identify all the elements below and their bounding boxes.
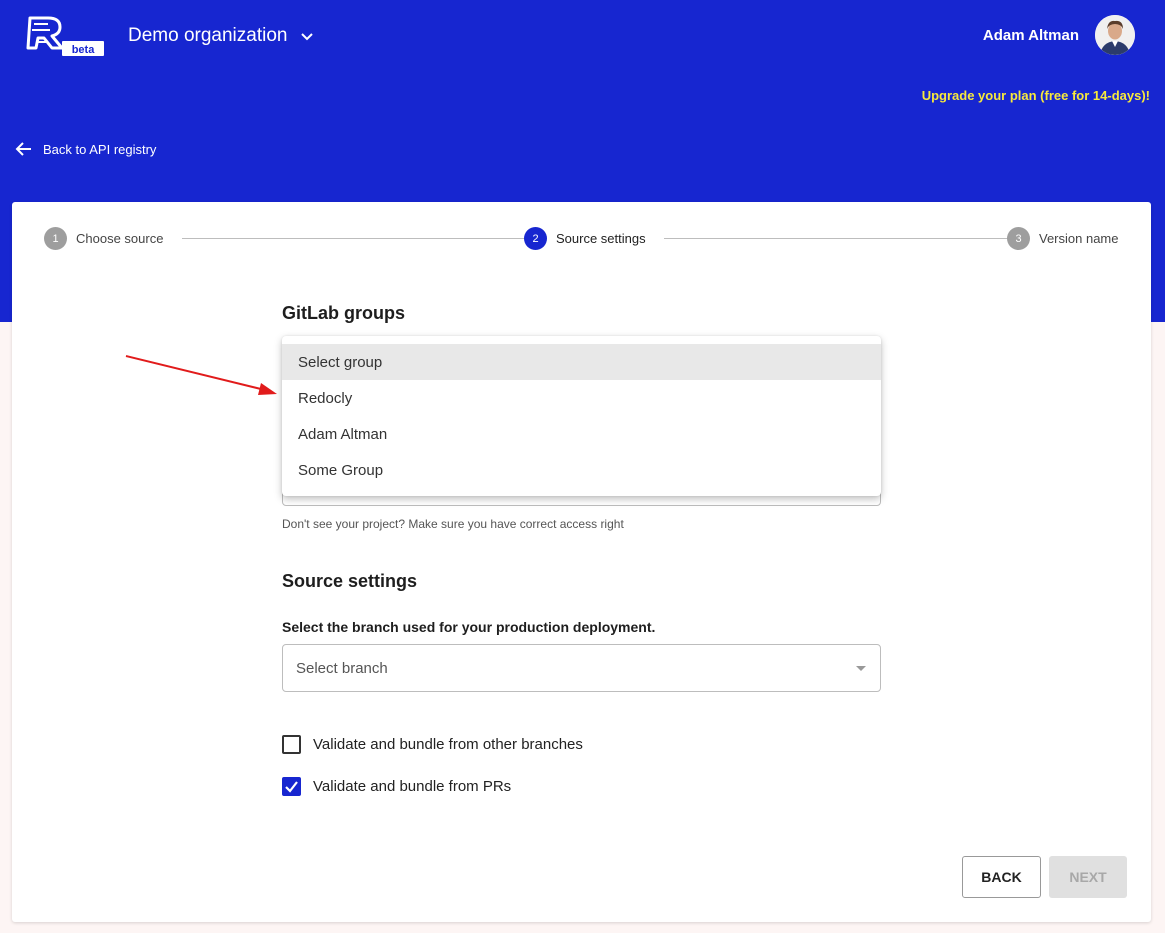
upgrade-link[interactable]: Upgrade your plan (free for 14-days)! — [922, 88, 1150, 103]
checkbox-box[interactable] — [282, 735, 301, 754]
branch-select[interactable]: Select branch — [282, 644, 881, 692]
step-label: Choose source — [76, 231, 164, 246]
checkbox-other-branches[interactable]: Validate and bundle from other branches — [282, 735, 583, 754]
step-version-name: 3 Version name — [1007, 227, 1119, 250]
back-button[interactable]: BACK — [962, 856, 1041, 898]
step-number: 1 — [44, 227, 67, 250]
org-name: Demo organization — [128, 25, 288, 46]
redocly-logo[interactable]: beta — [26, 14, 106, 58]
checkbox-prs[interactable]: Validate and bundle from PRs — [282, 777, 511, 796]
back-to-registry-link[interactable]: Back to API registry — [15, 140, 156, 158]
group-dropdown-menu: Select group Redocly Adam Altman Some Gr… — [282, 336, 881, 496]
caret-down-icon — [856, 666, 866, 671]
user-name: Adam Altman — [982, 26, 1079, 44]
source-settings-title: Source settings — [282, 571, 418, 591]
step-connector — [664, 238, 1011, 239]
checkmark-icon — [285, 781, 298, 793]
dropdown-option-redocly[interactable]: Redocly — [282, 380, 881, 416]
annotation-arrow-icon — [125, 355, 277, 395]
logo-icon: beta — [26, 16, 104, 56]
gitlab-groups-title: GitLab groups — [282, 303, 405, 323]
step-label: Source settings — [556, 231, 646, 246]
beta-badge: beta — [72, 44, 96, 56]
avatar[interactable] — [1095, 15, 1135, 55]
step-choose-source: 1 Choose source — [44, 227, 163, 250]
access-helper-text: Don't see your project? Make sure you ha… — [282, 517, 624, 531]
step-number: 2 — [524, 227, 547, 250]
dropdown-option-adam-altman[interactable]: Adam Altman — [282, 416, 881, 452]
step-connector — [182, 238, 528, 239]
stepper: 1 Choose source 2 Source settings 3 Vers… — [44, 227, 1119, 251]
checkbox-label: Validate and bundle from PRs — [313, 778, 512, 795]
branch-placeholder: Select branch — [296, 659, 388, 677]
dropdown-option-select-group[interactable]: Select group — [282, 344, 881, 380]
org-switcher[interactable]: Demo organization — [128, 24, 315, 48]
next-button[interactable]: NEXT — [1049, 856, 1127, 898]
chevron-down-icon — [301, 33, 314, 41]
user-menu[interactable]: Adam Altman — [983, 14, 1135, 56]
dropdown-option-some-group[interactable]: Some Group — [282, 452, 881, 488]
step-label: Version name — [1039, 231, 1119, 246]
step-source-settings: 2 Source settings — [524, 227, 646, 250]
user-photo-icon — [1095, 15, 1135, 55]
checkbox-box[interactable] — [282, 777, 301, 796]
wizard-card: 1 Choose source 2 Source settings 3 Vers… — [12, 202, 1151, 922]
branch-label: Select the branch used for your producti… — [282, 619, 656, 635]
step-number: 3 — [1007, 227, 1030, 250]
arrow-left-icon — [15, 142, 31, 156]
checkbox-label: Validate and bundle from other branches — [313, 736, 583, 753]
back-link-label: Back to API registry — [43, 141, 157, 157]
